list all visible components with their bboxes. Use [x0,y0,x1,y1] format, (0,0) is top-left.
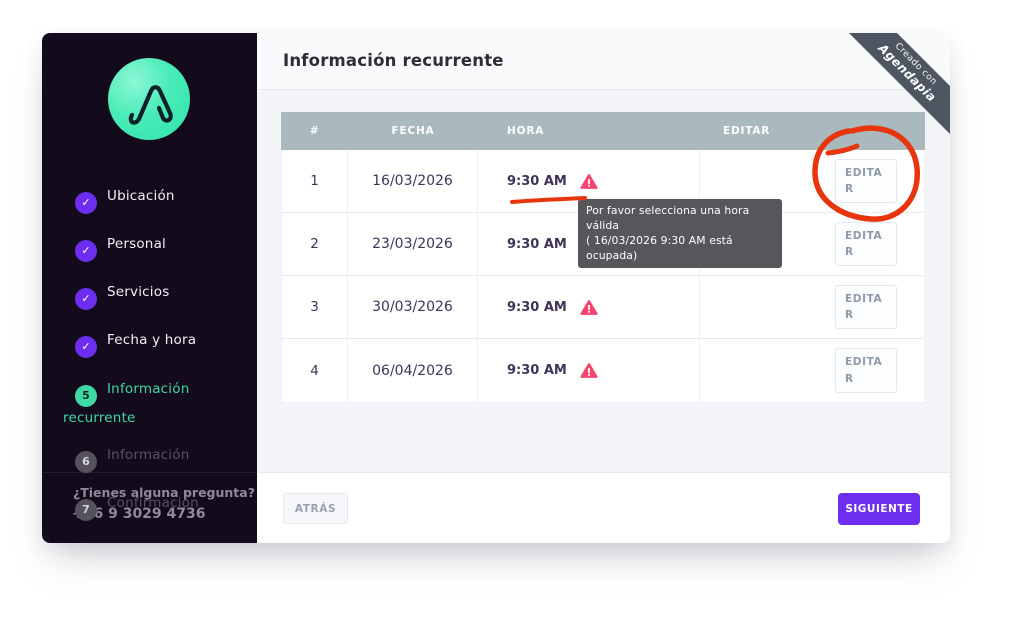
cell-num: 2 [282,213,348,275]
editar-button[interactable]: EDITAR [835,348,897,393]
cell-fecha: 23/03/2026 [348,213,478,275]
warning-icon [580,362,598,379]
column-header-fecha: FECHA [348,125,478,137]
column-header-hora: HORA [478,125,700,137]
sidebar-step-información-recurrente[interactable]: 5Información recurrente [63,378,255,428]
warning-icon [580,299,598,316]
cell-hora: 9:30 AM [478,339,700,402]
agendapia-logo [108,58,190,140]
sidebar-step-confirmación[interactable]: 7 Confirmación [63,492,255,521]
step-label: Fecha y hora [107,332,196,348]
step-badge: 5 [75,385,97,407]
cell-num: 3 [282,276,348,338]
cell-fecha: 06/04/2026 [348,339,478,402]
page-title: Información recurrente [283,51,504,70]
step-badge: ✓ [75,288,97,310]
table-row: 4 06/04/2026 9:30 AM EDITAR [282,339,924,402]
hora-value: 9:30 AM [507,363,567,378]
footer-bar: ATRÁS SIGUIENTE [257,472,950,543]
cell-editar: EDITAR [700,276,924,338]
step-badge: ✓ [75,192,97,214]
cell-editar: EDITAR [700,339,924,402]
tooltip-line1: Por favor selecciona una hora válida [586,203,774,233]
hora-value: 9:30 AM [507,300,567,315]
step-label: Personal [107,236,166,252]
step-label: Servicios [107,284,169,300]
siguiente-button[interactable]: SIGUIENTE [838,493,920,525]
cell-fecha: 30/03/2026 [348,276,478,338]
editar-button[interactable]: EDITAR [835,222,897,267]
sidebar-step-fecha-y-hora[interactable]: ✓ Fecha y hora [63,329,255,358]
cell-fecha: 16/03/2026 [348,150,478,212]
editar-button[interactable]: EDITAR [835,285,897,330]
step-badge: 7 [75,499,97,521]
atras-button[interactable]: ATRÁS [283,493,348,524]
cell-num: 4 [282,339,348,402]
table-body: 1 16/03/2026 9:30 AM EDITAR [281,150,925,403]
editar-button[interactable]: EDITAR [835,159,897,204]
sidebar-step-servicios[interactable]: ✓ Servicios [63,281,255,310]
cell-hora: 9:30 AM [478,276,700,338]
corner-ribbon-box: Creado con Agendapia [840,33,950,143]
warning-icon [580,173,598,190]
hora-value: 9:30 AM [507,174,567,189]
step-label: Confirmación [107,495,199,511]
cell-num: 1 [282,150,348,212]
step-label: Información [107,447,189,463]
sidebar-step-información[interactable]: 6 Información [63,444,255,473]
step-label: Ubicación [107,188,175,204]
step-badge: 6 [75,451,97,473]
tooltip-line2: ( 16/03/2026 9:30 AM está ocupada) [586,233,774,263]
column-header-num: # [281,125,348,137]
step-badge: ✓ [75,336,97,358]
hora-value: 9:30 AM [507,237,567,252]
validation-tooltip: Por favor selecciona una hora válida ( 1… [578,199,782,268]
step-badge: ✓ [75,240,97,262]
wizard-card: ✓ Ubicación ✓ Personal ✓ Servicios ✓ Fecha y… [42,33,950,543]
sidebar-step-personal[interactable]: ✓ Personal [63,233,255,262]
sidebar-step-ubicación[interactable]: ✓ Ubicación [63,185,255,214]
corner-ribbon[interactable]: Creado con Agendapia [841,33,950,139]
table-row: 3 30/03/2026 9:30 AM EDITAR [282,276,924,339]
table-header-row: # FECHA HORA EDITAR [281,112,925,150]
agendapia-logo-glyph [108,58,190,140]
sidebar: ✓ Ubicación ✓ Personal ✓ Servicios ✓ Fecha y… [42,33,257,543]
